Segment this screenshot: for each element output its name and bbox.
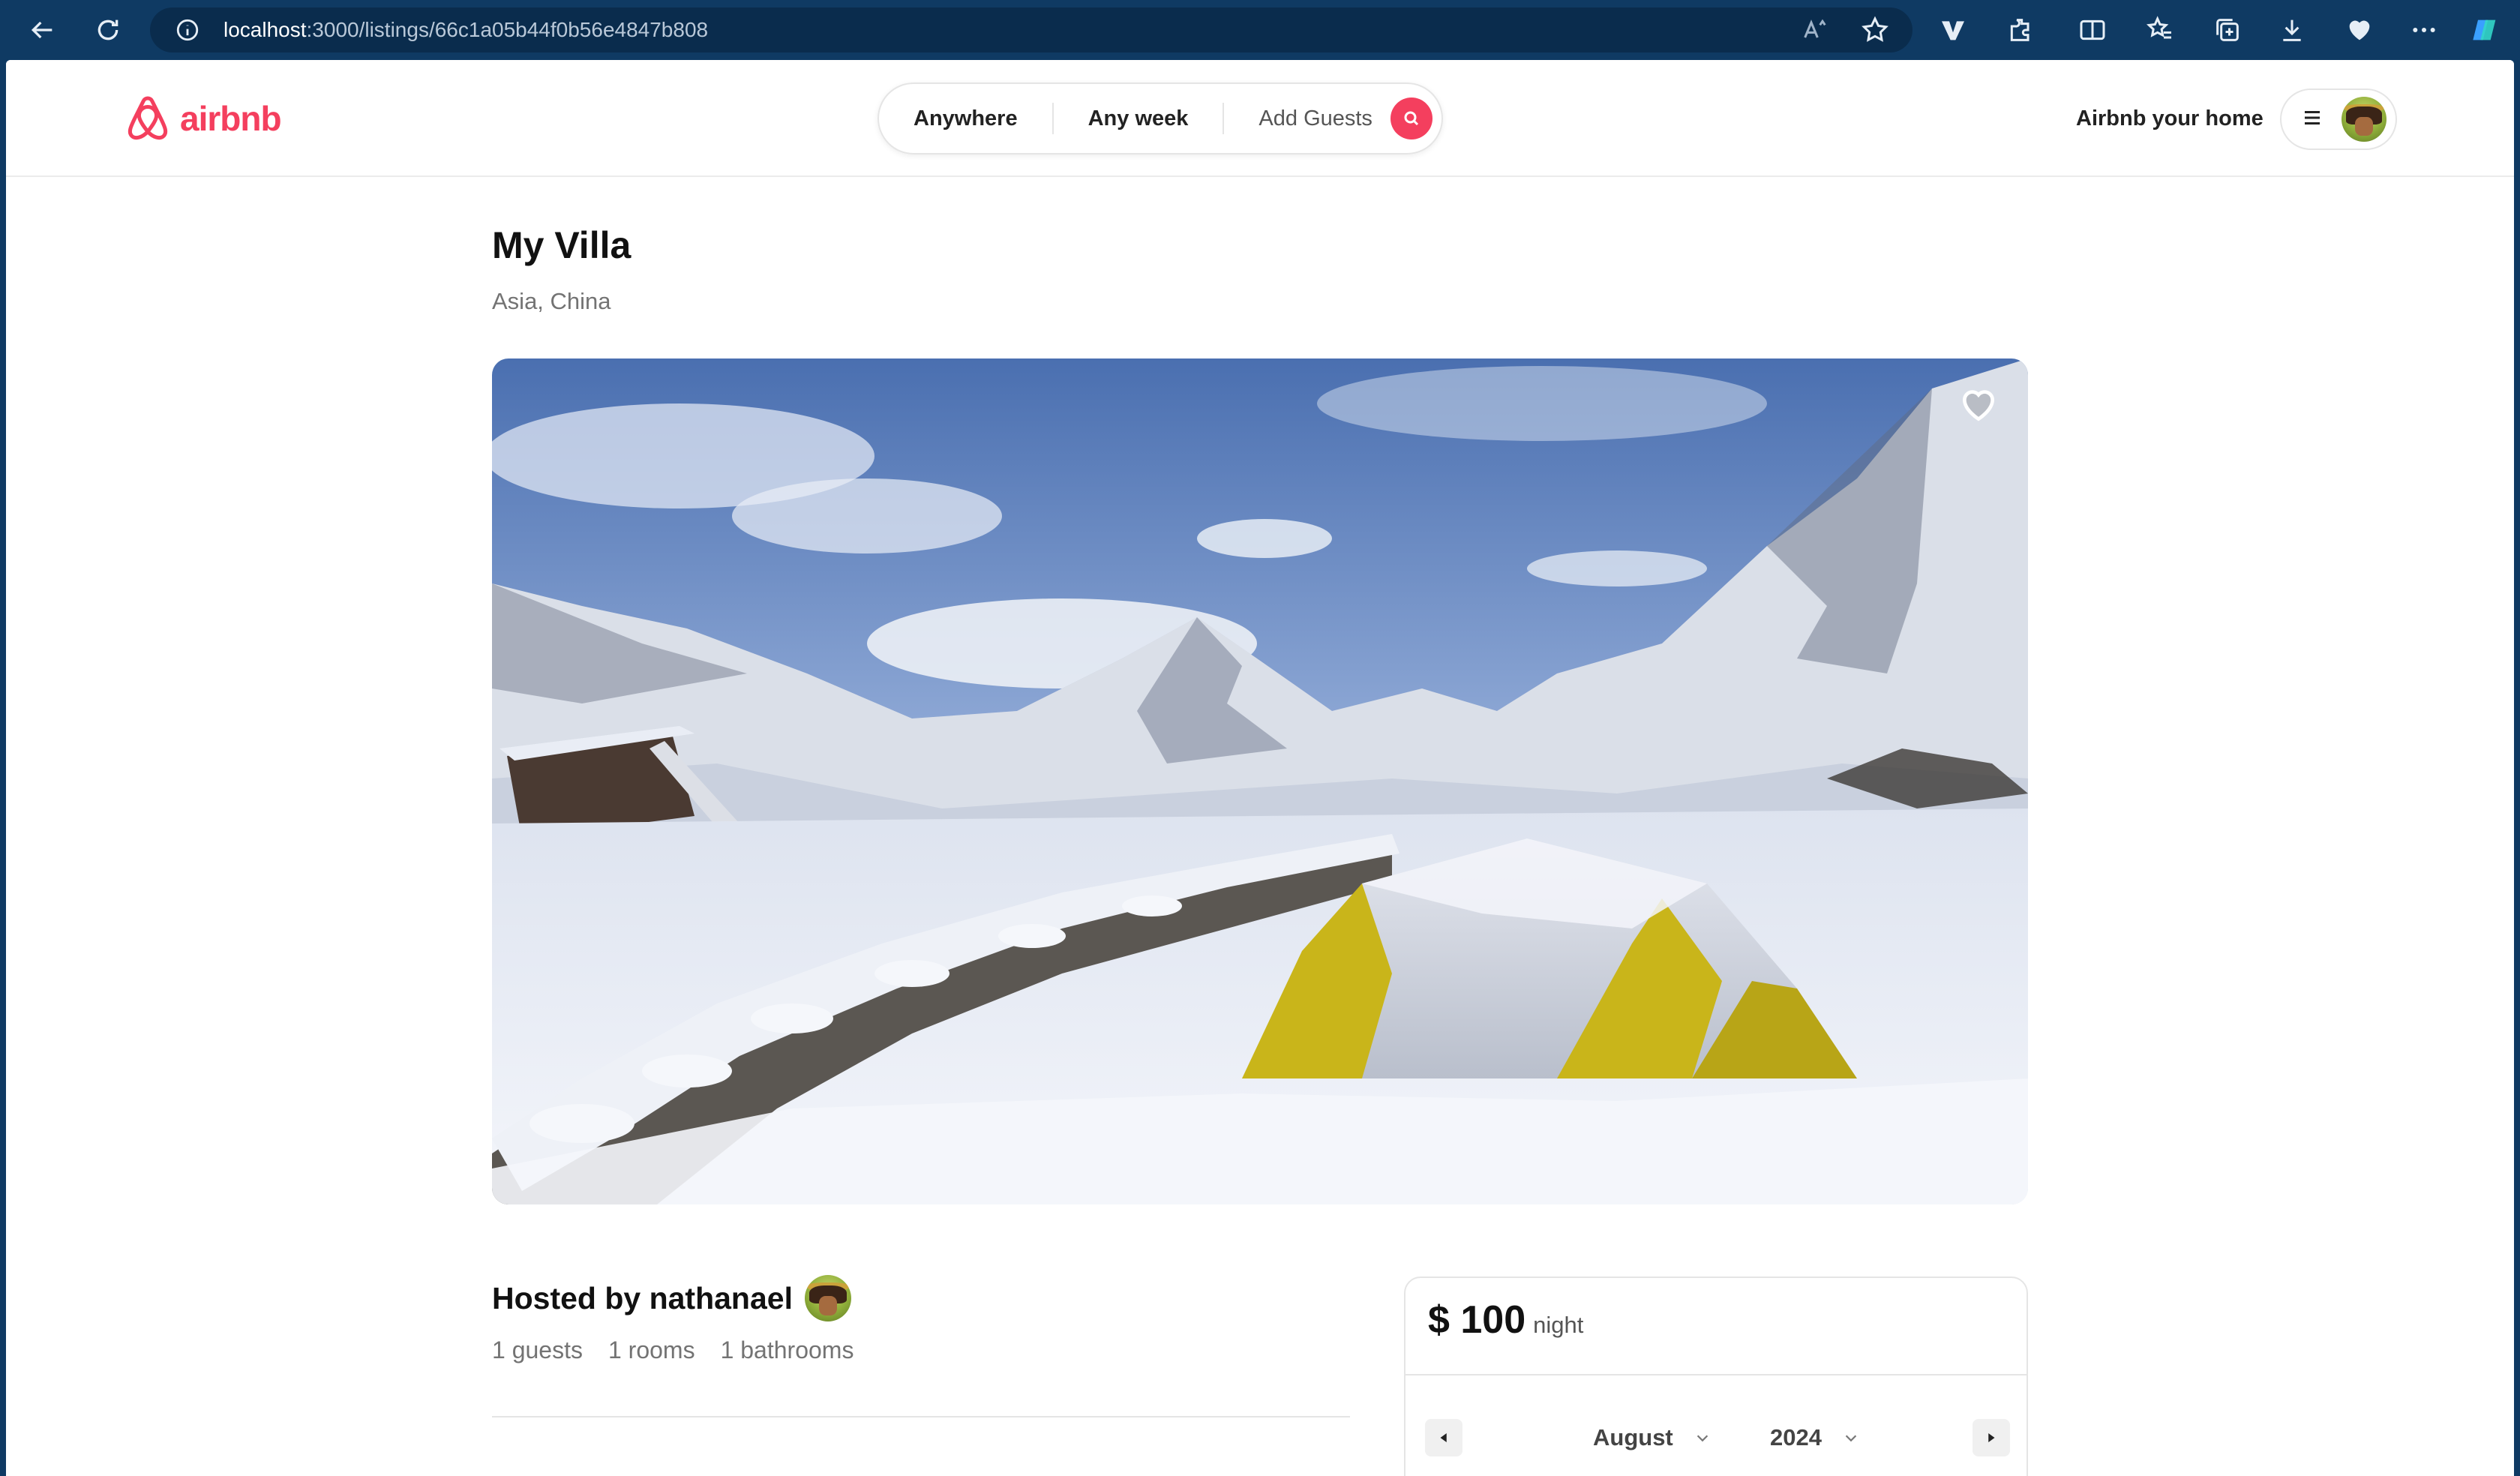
browser-essentials-icon[interactable] (2342, 12, 2378, 48)
back-icon[interactable] (24, 12, 60, 48)
next-month-button[interactable] (1972, 1419, 2010, 1456)
prev-month-button[interactable] (1425, 1419, 1462, 1456)
reload-icon[interactable] (90, 12, 126, 48)
search-when[interactable]: Any week (1054, 104, 1223, 134)
snowy-mountain-camp-image (492, 358, 2028, 1204)
split-screen-icon[interactable] (2074, 12, 2110, 48)
url-host: localhost (224, 18, 307, 41)
page-viewport: airbnb Anywhere Any week Add Guests Airb… (6, 60, 2514, 1476)
year-value: 2024 (1770, 1424, 1822, 1450)
price-unit: night (1533, 1312, 1584, 1338)
airbnb-logo[interactable]: airbnb (124, 93, 282, 144)
address-bar[interactable]: localhost:3000/listings/66c1a05b44f0b56e… (150, 8, 1912, 52)
user-menu-button[interactable] (2280, 88, 2397, 150)
search-guests[interactable]: Add Guests (1224, 104, 1390, 134)
more-options-icon[interactable] (2406, 12, 2442, 48)
airbnb-your-home-link[interactable]: Airbnb your home (2061, 99, 2278, 138)
site-info-icon[interactable] (172, 15, 202, 45)
read-aloud-icon[interactable] (1797, 12, 1833, 48)
price-row: $ 100 night (1428, 1298, 1583, 1358)
guest-count: 1 guests (492, 1336, 583, 1364)
listing-location: Asia, China (492, 288, 611, 314)
navbar: airbnb Anywhere Any week Add Guests Airb… (6, 60, 2514, 177)
browser-chrome: localhost:3000/listings/66c1a05b44f0b56e… (0, 0, 2520, 60)
hosted-by-label: Hosted by nathanael (492, 1280, 793, 1316)
room-count: 1 rooms (608, 1336, 695, 1364)
search-icon (1404, 111, 1418, 126)
year-select[interactable]: 2024 (1770, 1420, 1859, 1455)
host-avatar (804, 1275, 851, 1322)
booking-card: $ 100 night August 2024 (1404, 1276, 2028, 1476)
copilot-icon[interactable] (2468, 12, 2504, 48)
listing-stats: 1 guests 1 rooms 1 bathrooms (492, 1336, 854, 1364)
search-where[interactable]: Anywhere (879, 104, 1052, 134)
downloads-icon[interactable] (2274, 12, 2310, 48)
booking-divider (1406, 1374, 2026, 1376)
caret-right-icon (1988, 1433, 1995, 1442)
hamburger-menu-icon (2301, 106, 2324, 133)
favorite-star-icon[interactable] (1857, 12, 1893, 48)
collections-icon[interactable] (2210, 12, 2246, 48)
extensions-icon[interactable] (2002, 12, 2038, 48)
url-path: :3000/listings/66c1a05b44f0b56e4847b808 (306, 18, 709, 41)
listing-photo (492, 358, 2028, 1204)
user-avatar (2342, 97, 2386, 142)
nightly-price: $ 100 (1428, 1298, 1526, 1342)
month-select[interactable]: August (1593, 1420, 1711, 1455)
caret-left-icon (1440, 1433, 1447, 1442)
vpn-extension-icon[interactable] (1935, 12, 1971, 48)
section-divider (492, 1416, 1350, 1418)
favorites-icon[interactable] (2142, 12, 2178, 48)
listing-title: My Villa (492, 224, 632, 266)
favorite-heart-button[interactable] (1954, 381, 2002, 429)
url-text[interactable]: localhost:3000/listings/66c1a05b44f0b56e… (224, 8, 708, 52)
host-info: Hosted by nathanael (492, 1272, 851, 1324)
search-bar[interactable]: Anywhere Any week Add Guests (878, 82, 1443, 154)
logo-text: airbnb (180, 99, 282, 138)
chevron-down-icon (1696, 1435, 1708, 1442)
month-value: August (1593, 1424, 1673, 1450)
search-button[interactable] (1390, 98, 1432, 140)
chevron-down-icon (1845, 1435, 1857, 1442)
heart-icon (1962, 390, 1995, 422)
bathroom-count: 1 bathrooms (720, 1336, 854, 1364)
airbnb-logo-icon (128, 96, 168, 140)
